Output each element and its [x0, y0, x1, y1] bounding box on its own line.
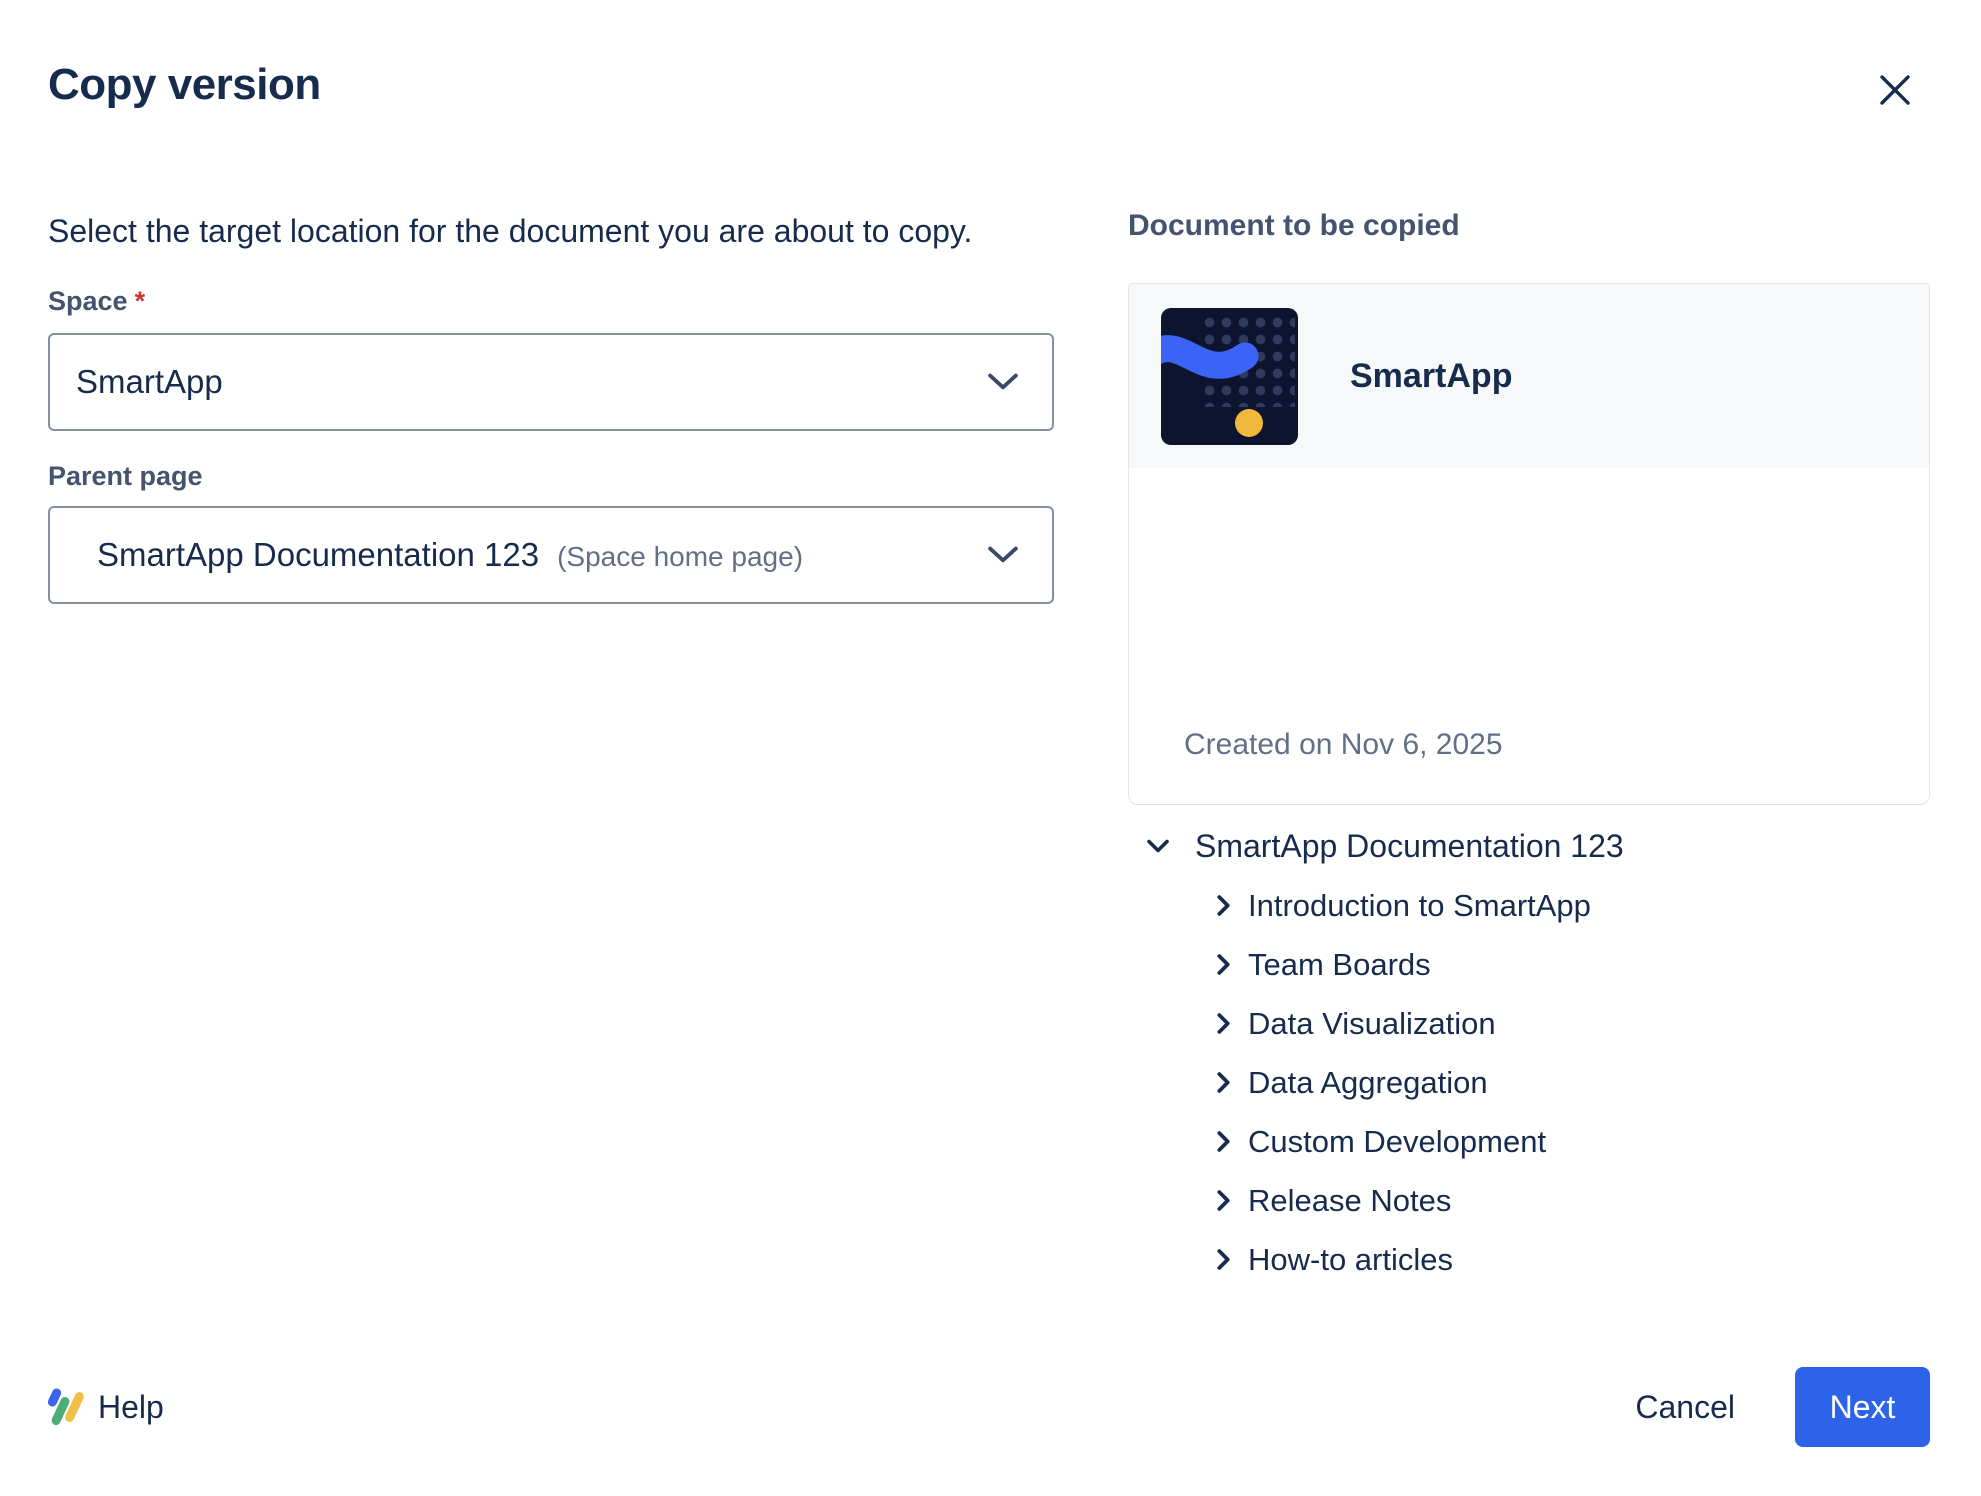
- tree-item[interactable]: Introduction to SmartApp: [1128, 876, 1930, 935]
- tree-item-label: Introduction to SmartApp: [1248, 888, 1591, 924]
- chevron-down-icon: [988, 373, 1018, 391]
- tree-item[interactable]: Data Aggregation: [1128, 1053, 1930, 1112]
- parent-page-label: Parent page: [48, 459, 1054, 493]
- chevron-right-icon[interactable]: [1217, 1072, 1230, 1093]
- parent-page-value-text: SmartApp Documentation 123: [97, 536, 539, 574]
- tree-item[interactable]: Release Notes: [1128, 1171, 1930, 1230]
- parent-page-select-value: SmartApp Documentation 123 (Space home p…: [97, 536, 988, 574]
- parent-page-select[interactable]: SmartApp Documentation 123 (Space home p…: [48, 506, 1054, 604]
- space-select-value: SmartApp: [76, 363, 988, 401]
- tree-item[interactable]: How-to articles: [1128, 1230, 1930, 1289]
- document-card-body: Created on Nov 6, 2025: [1129, 468, 1929, 804]
- chevron-right-icon[interactable]: [1217, 1249, 1230, 1270]
- parent-page-hint: (Space home page): [557, 541, 803, 573]
- tree-item-label: Custom Development: [1248, 1124, 1546, 1160]
- target-location-form: Select the target location for the docum…: [48, 206, 1054, 604]
- tree-item-label: How-to articles: [1248, 1242, 1453, 1278]
- chevron-right-icon[interactable]: [1217, 954, 1230, 975]
- tree-item-label: Data Visualization: [1248, 1006, 1496, 1042]
- tree-item[interactable]: Team Boards: [1128, 935, 1930, 994]
- document-card: SmartApp Created on Nov 6, 2025: [1128, 283, 1930, 805]
- dialog-description: Select the target location for the docum…: [48, 206, 1038, 256]
- chevron-right-icon[interactable]: [1217, 1013, 1230, 1034]
- document-panel-heading: Document to be copied: [1128, 208, 1930, 244]
- created-date: Created on Nov 6, 2025: [1184, 728, 1503, 762]
- document-card-header: SmartApp: [1129, 284, 1929, 468]
- wave-graphic: [1161, 308, 1298, 445]
- dialog-footer: Help Cancel Next: [48, 1367, 1930, 1447]
- help-button[interactable]: Help: [48, 1387, 164, 1427]
- dialog-title: Copy version: [48, 60, 321, 110]
- tree-item[interactable]: Data Visualization: [1128, 994, 1930, 1053]
- next-button[interactable]: Next: [1795, 1367, 1930, 1447]
- chevron-down-icon: [988, 546, 1018, 564]
- footer-actions: Cancel Next: [1625, 1367, 1930, 1447]
- space-label: Space*: [48, 284, 1054, 318]
- tree-root-item[interactable]: SmartApp Documentation 123: [1128, 817, 1930, 876]
- page-tree: SmartApp Documentation 123 Introduction …: [1128, 817, 1930, 1289]
- cancel-button[interactable]: Cancel: [1625, 1389, 1745, 1426]
- tree-item[interactable]: Custom Development: [1128, 1112, 1930, 1171]
- tree-item-label: Team Boards: [1248, 947, 1431, 983]
- chevron-right-icon[interactable]: [1217, 1190, 1230, 1211]
- document-title: SmartApp: [1350, 357, 1512, 396]
- parent-page-label-text: Parent page: [48, 461, 203, 491]
- document-thumbnail: [1161, 308, 1298, 445]
- close-icon: [1878, 73, 1912, 107]
- chevron-right-icon[interactable]: [1217, 895, 1230, 916]
- yellow-dot: [1235, 409, 1263, 437]
- space-select[interactable]: SmartApp: [48, 333, 1054, 431]
- tree-item-label: Data Aggregation: [1248, 1065, 1488, 1101]
- close-button[interactable]: [1871, 66, 1919, 114]
- tree-item-label: SmartApp Documentation 123: [1195, 828, 1624, 865]
- help-label: Help: [98, 1389, 164, 1426]
- document-panel: Document to be copied SmartApp Created o…: [1128, 208, 1930, 1289]
- chevron-down-icon[interactable]: [1147, 839, 1169, 854]
- copy-version-dialog: Copy version Select the target location …: [0, 0, 1981, 1496]
- help-logo-icon: [48, 1387, 86, 1427]
- chevron-right-icon[interactable]: [1217, 1131, 1230, 1152]
- space-label-text: Space: [48, 286, 128, 316]
- tree-item-label: Release Notes: [1248, 1183, 1451, 1219]
- required-asterisk: *: [135, 286, 146, 316]
